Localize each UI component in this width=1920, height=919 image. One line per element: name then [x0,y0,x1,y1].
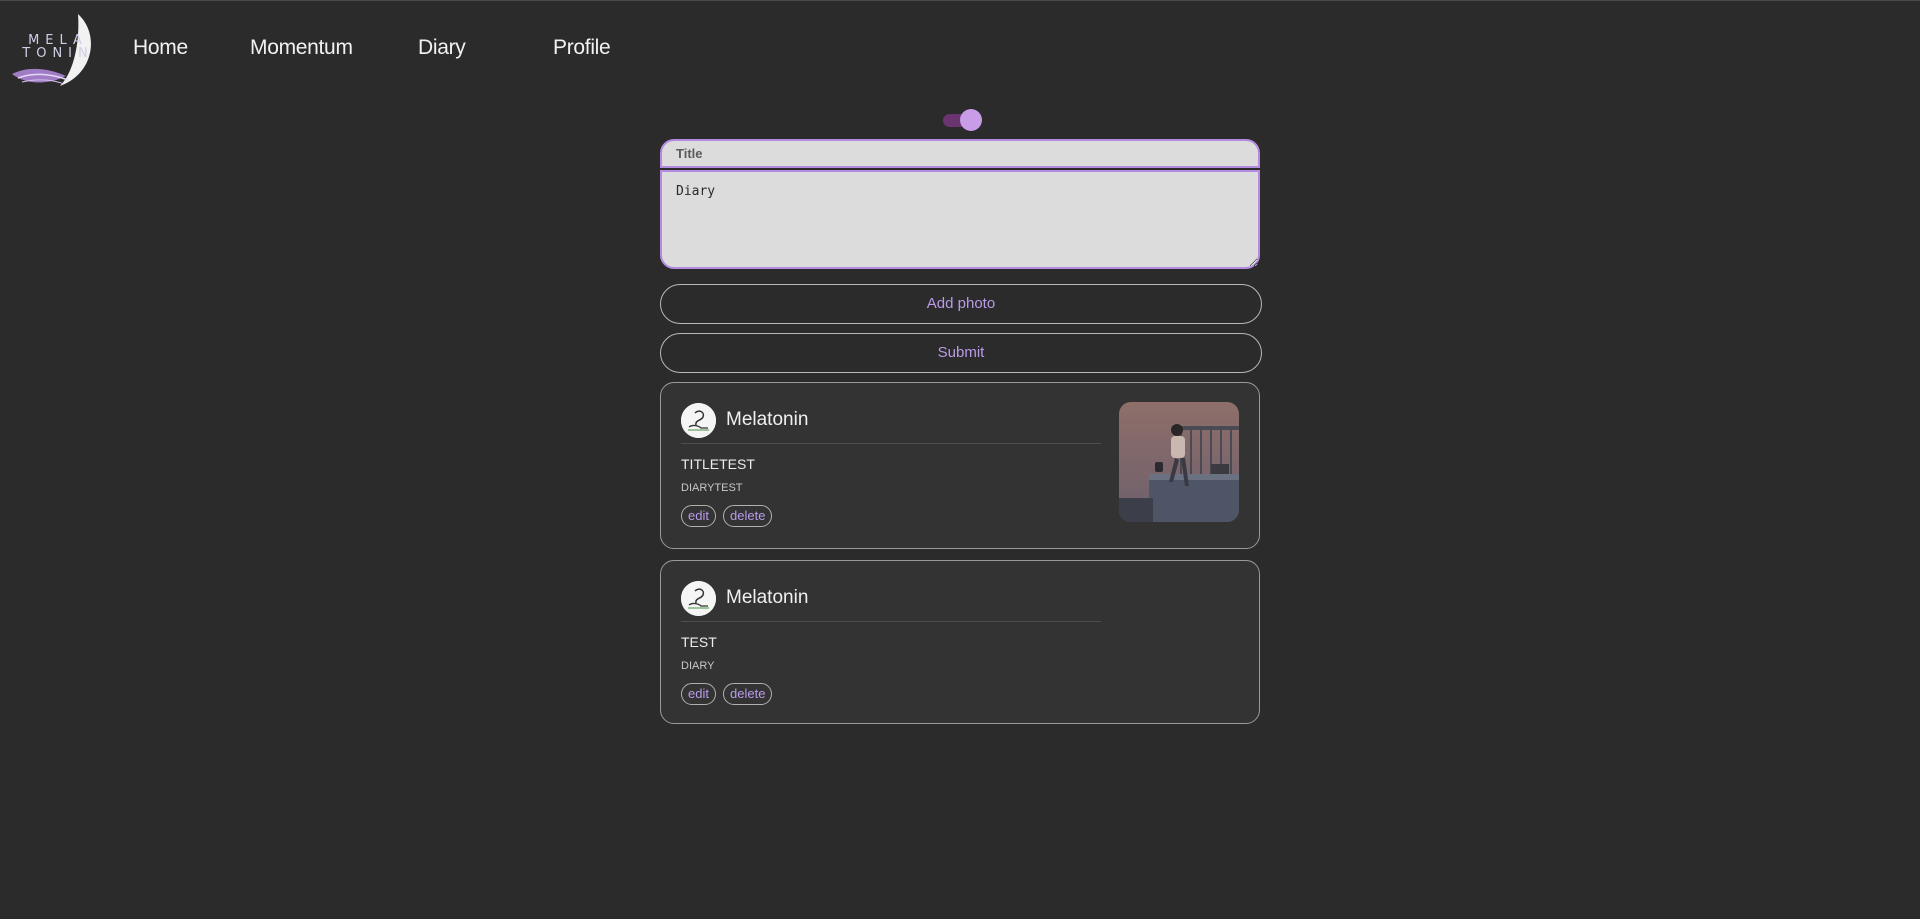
diary-body-textarea[interactable] [660,170,1260,269]
nav-diary[interactable]: Diary [418,36,466,60]
add-photo-button[interactable]: Add photo [660,284,1262,324]
delete-button[interactable]: delete [723,505,773,527]
post-title: TITLETEST [681,456,755,472]
title-input[interactable] [660,139,1260,168]
user-avatar-icon [681,581,716,616]
edit-button[interactable]: edit [681,683,716,705]
post-divider [681,621,1101,622]
toggle-knob [960,109,982,131]
post-photo[interactable] [1119,402,1239,522]
post-divider [681,443,1101,444]
nav-momentum[interactable]: Momentum [250,36,353,60]
avatar[interactable] [681,581,716,616]
avatar[interactable] [681,403,716,438]
melatonin-logo[interactable]: MELA TONIN [8,12,92,88]
delete-button[interactable]: delete [723,683,773,705]
edit-button[interactable]: edit [681,505,716,527]
diary-post-card: Melatonin TEST DIARY edit delete [660,560,1260,724]
diary-post-card: Melatonin TITLETEST DIARYTEST edit delet… [660,382,1260,549]
post-title: TEST [681,634,717,650]
post-body: DIARY [681,660,715,672]
nav-home[interactable]: Home [133,36,188,60]
theme-toggle[interactable] [941,109,982,131]
logo-wordmark: MELA TONIN [22,33,94,61]
nav-profile[interactable]: Profile [553,36,611,60]
user-avatar-icon [681,403,716,438]
top-border [0,0,1920,1]
submit-button[interactable]: Submit [660,333,1262,373]
post-username: Melatonin [726,409,809,430]
post-username: Melatonin [726,587,809,608]
post-body: DIARYTEST [681,482,743,494]
illustration-girl-on-balcony-icon [1119,402,1239,522]
